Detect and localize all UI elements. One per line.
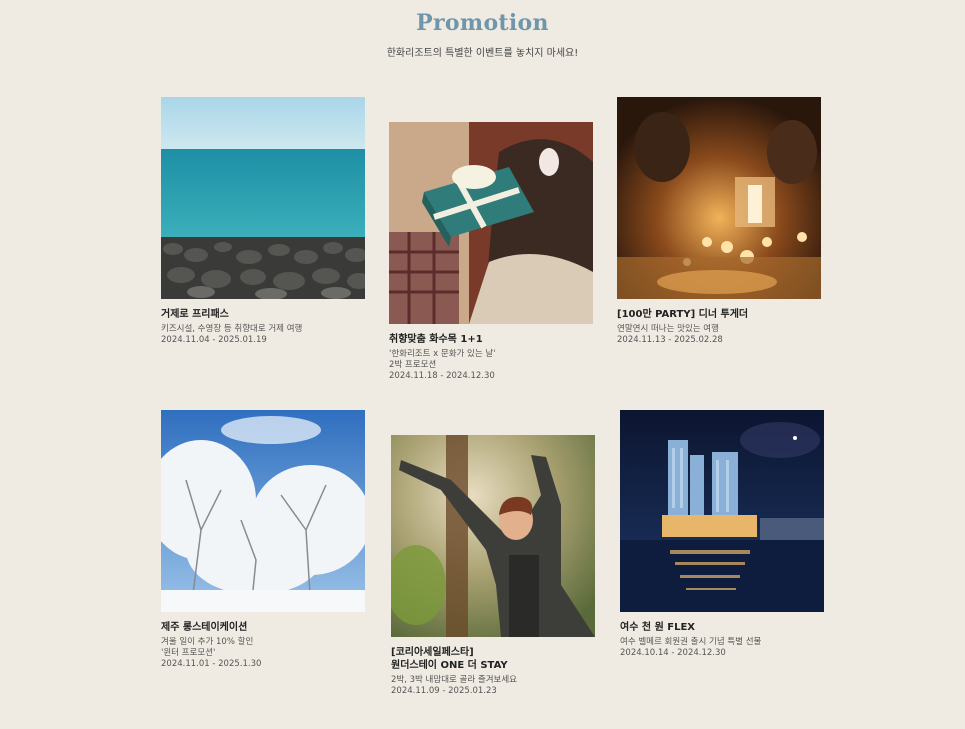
promo-date: 2024.11.01 - 2025.1.30 (161, 659, 262, 669)
promo-title: 원더스테이 ONE 더 STAY (391, 660, 508, 671)
promo-title: 여수 천 원 FLEX (620, 622, 695, 633)
promo-date: 2024.11.13 - 2025.02.28 (617, 335, 723, 345)
page-title: Promotion (416, 10, 549, 36)
promo-title: 제주 롱스테이케이션 (161, 622, 248, 633)
promo-description: 키즈시설, 수영장 등 취향대로 거제 여행 (161, 324, 303, 334)
night-hotel-photo[interactable] (620, 410, 824, 612)
promo-date: 2024.10.14 - 2024.12.30 (620, 648, 726, 658)
promo-title: 거제로 프리패스 (161, 309, 229, 320)
promo-card-jeju[interactable]: 제주 롱스테이케이션 겨울 일이 추가 10% 할인 '윈터 프로모션' 202… (161, 410, 365, 670)
promo-description: 2박, 3박 내맘대로 골라 즐겨보세요 (391, 675, 517, 685)
promo-description: 연말연시 떠나는 맛있는 여행 (617, 324, 719, 334)
promo-description: '한화리조트 x 문화가 있는 날' (389, 349, 496, 359)
promo-description: 여수 벨메르 회원권 출시 기념 특별 선물 (620, 637, 762, 647)
promo-title: [100만 PARTY] 디너 투게더 (617, 309, 749, 320)
promo-description: 2박 프로모션 (389, 360, 437, 370)
promo-card-yeosu[interactable]: 여수 천 원 FLEX 여수 벨메르 회원권 출시 기념 특별 선물 2024.… (620, 410, 824, 659)
page-subtitle: 한화리조트의 특별한 이벤트를 놓치지 마세요! (386, 48, 579, 59)
forest-woman-photo[interactable] (391, 435, 595, 637)
dinner-party-photo[interactable] (617, 97, 821, 299)
promo-title: [코리아세일페스타] (391, 647, 474, 658)
promo-card-midweek[interactable]: 취향맞춤 화수목 1+1 '한화리조트 x 문화가 있는 날' 2박 프로모션 … (389, 122, 593, 382)
promo-description: '윈터 프로모션' (161, 648, 216, 658)
snowy-trees-photo[interactable] (161, 410, 365, 612)
promo-card-korea-sale[interactable]: [코리아세일페스타] 원더스테이 ONE 더 STAY 2박, 3박 내맘대로 … (391, 435, 595, 697)
promo-date: 2024.11.04 - 2025.01.19 (161, 335, 267, 345)
gift-box-photo[interactable] (389, 122, 593, 324)
promo-date: 2024.11.18 - 2024.12.30 (389, 371, 495, 381)
promo-title: 취향맞춤 화수목 1+1 (389, 334, 483, 345)
promo-card-dinner[interactable]: [100만 PARTY] 디너 투게더 연말연시 떠나는 맛있는 여행 2024… (617, 97, 821, 346)
promo-description: 겨울 일이 추가 10% 할인 (161, 637, 254, 647)
promo-date: 2024.11.09 - 2025.01.23 (391, 686, 497, 696)
sea-rocks-photo[interactable] (161, 97, 365, 299)
promo-card-geoje[interactable]: 거제로 프리패스 키즈시설, 수영장 등 취향대로 거제 여행 2024.11.… (161, 97, 365, 346)
